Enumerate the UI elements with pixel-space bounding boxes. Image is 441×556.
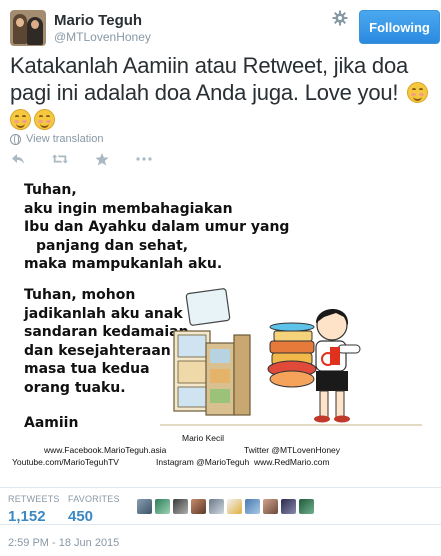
image-text-line: Tuhan,	[24, 182, 77, 198]
image-text-line: panjang dan sehat,	[36, 237, 189, 254]
tweet-header: Mario Teguh @MTLovenHoney Following	[10, 10, 440, 46]
favoriter-avatar[interactable]	[299, 499, 314, 514]
image-closing: Aamiin	[24, 415, 79, 431]
image-text-line: maka mampukanlah aku.	[24, 256, 223, 272]
tweet-image[interactable]: Tuhan, aku ingin membahagiakan Ibu dan A…	[10, 178, 431, 470]
tweet-actions	[10, 150, 178, 168]
favoriter-avatar[interactable]	[227, 499, 242, 514]
retweets-stat[interactable]: RETWEETS 1,152	[8, 494, 60, 525]
tweet-timestamp[interactable]: 2:59 PM - 18 Jun 2015	[8, 537, 119, 549]
image-credit-facebook: www.Facebook.MarioTeguh.asia	[44, 445, 167, 455]
smiling-emoji-icon	[407, 82, 429, 103]
avatar[interactable]	[10, 10, 46, 46]
screen-name[interactable]: @MTLovenHoney	[54, 30, 151, 44]
retweets-label: RETWEETS	[8, 494, 60, 504]
image-paragraph-1: Tuhan, aku ingin membahagiakan Ibu dan A…	[24, 181, 289, 274]
image-credit-instagram: Instagram @MarioTeguh	[156, 457, 250, 467]
image-credit-youtube: Youtube.com/MarioTeguhTV	[12, 457, 119, 467]
smiling-emoji-icon	[34, 109, 55, 130]
display-name[interactable]: Mario Teguh	[54, 12, 142, 29]
favorites-label: FAVORITES	[68, 494, 120, 504]
image-credit-twitter: Twitter @MTLovenHoney	[244, 445, 341, 455]
tweet-stats: RETWEETS 1,152 FAVORITES 450	[0, 487, 441, 525]
image-credit-name: Mario Kecil	[182, 433, 225, 443]
favorites-stat[interactable]: FAVORITES 450	[68, 494, 120, 525]
view-translation-link[interactable]: View translation	[10, 132, 103, 146]
favoriters-avatars	[137, 499, 317, 514]
reply-icon[interactable]	[10, 151, 26, 167]
favorites-count: 450	[68, 508, 94, 525]
globe-icon	[10, 133, 21, 145]
image-credit-website: www.RedMario.com	[254, 457, 330, 467]
favorite-icon[interactable]	[94, 151, 110, 167]
tweet-text-line-3	[10, 106, 435, 133]
retweet-icon[interactable]	[52, 151, 68, 167]
view-translation-label: View translation	[26, 133, 104, 145]
image-text-line: Ibu dan Ayahku dalam umur yang	[24, 219, 290, 235]
favoriter-avatar[interactable]	[191, 499, 206, 514]
boy-carrying-food-illustration	[160, 288, 422, 426]
favoriter-avatar[interactable]	[155, 499, 170, 514]
tweet-text-line-1: Katakanlah Aamiin atau Retweet, jika doa	[10, 53, 409, 78]
more-icon[interactable]	[136, 151, 152, 167]
favoriter-avatar[interactable]	[245, 499, 260, 514]
favoriter-avatar[interactable]	[209, 499, 224, 514]
tweet-text-line-2: pagi ini adalah doa Anda juga. Love you!	[10, 79, 435, 106]
tweet-text: Katakanlah Aamiin atau Retweet, jika doa…	[10, 52, 435, 133]
gear-icon[interactable]	[332, 10, 348, 26]
image-text-line: aku ingin membahagiakan	[24, 200, 233, 217]
following-button[interactable]: Following	[359, 10, 440, 44]
favoriter-avatar[interactable]	[137, 499, 152, 514]
favoriter-avatar[interactable]	[173, 499, 188, 514]
favoriter-avatar[interactable]	[263, 499, 278, 514]
retweets-count: 1,152	[8, 508, 46, 525]
favoriter-avatar[interactable]	[281, 499, 296, 514]
smiling-emoji-icon	[10, 109, 31, 130]
